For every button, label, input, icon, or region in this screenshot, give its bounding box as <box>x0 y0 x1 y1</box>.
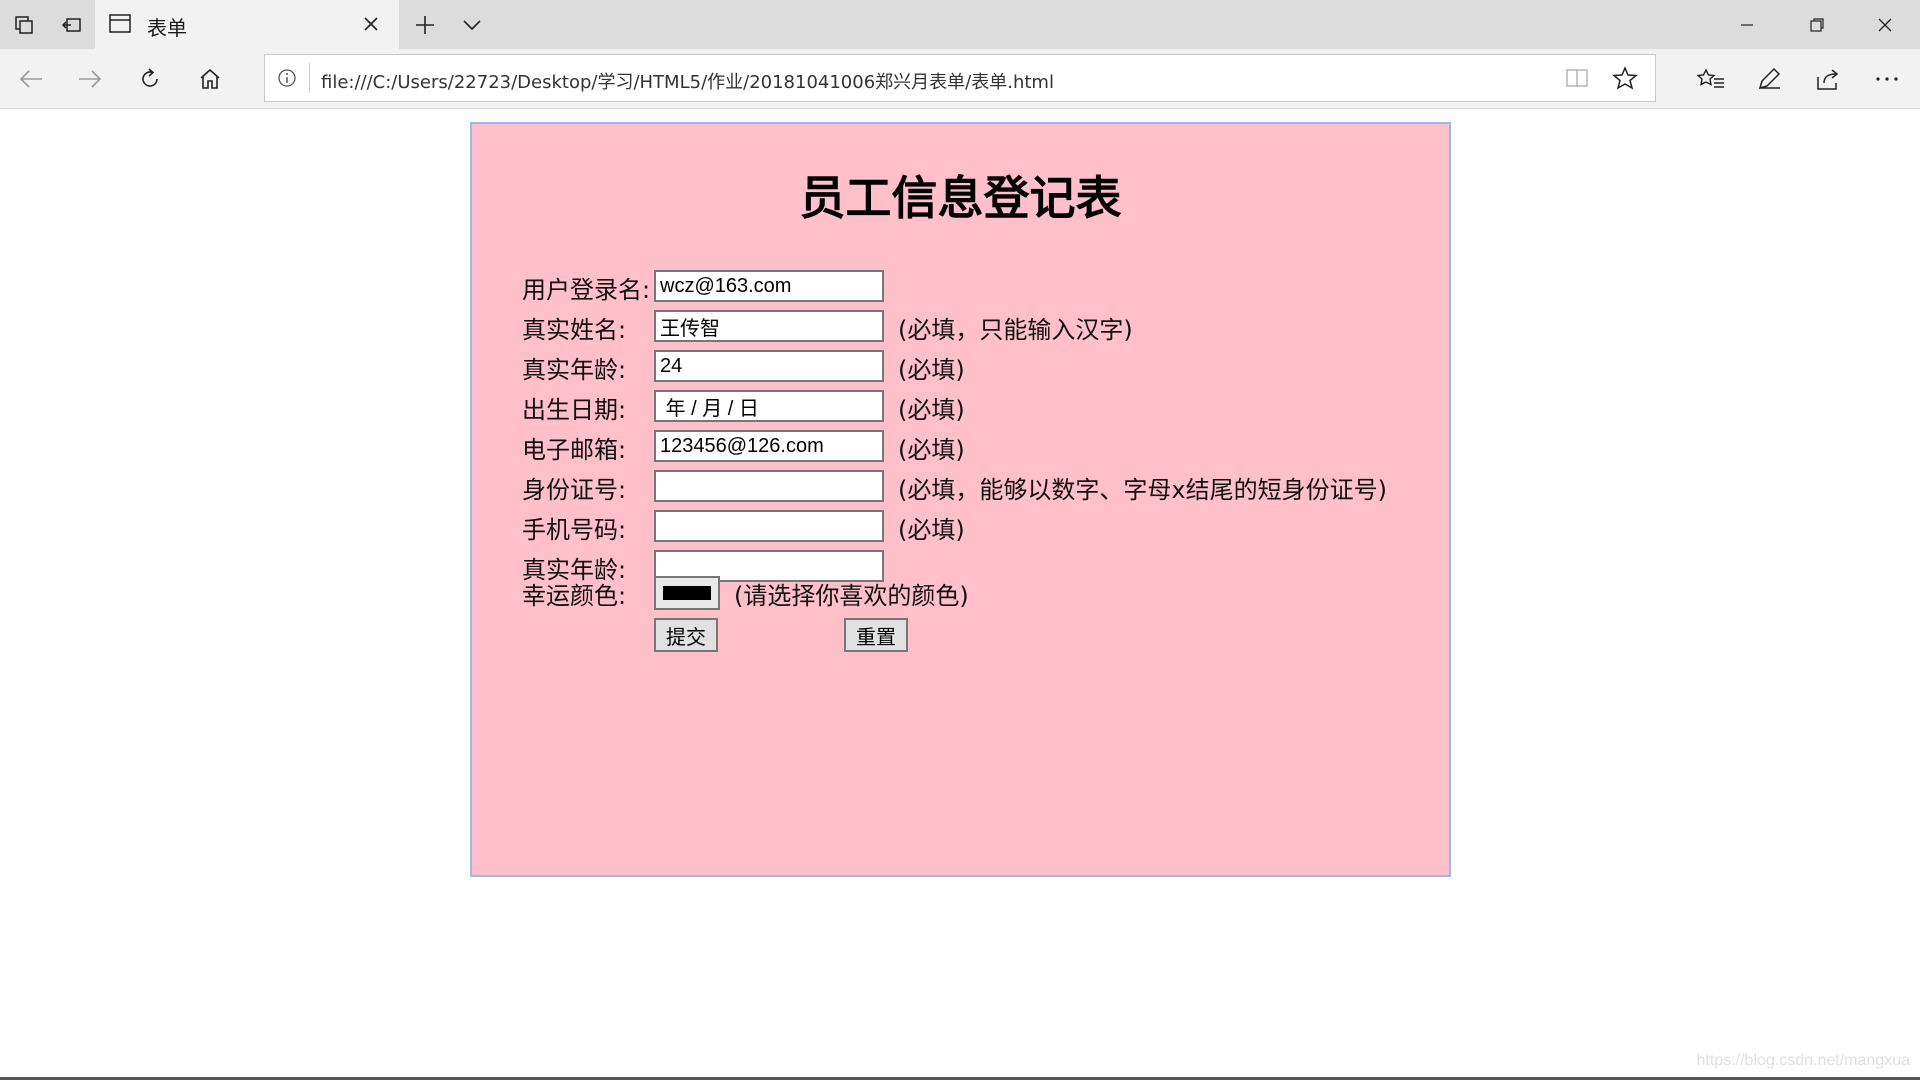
favorites-icon <box>1697 68 1724 88</box>
refresh-button[interactable] <box>121 49 179 109</box>
employee-form: 员工信息登记表 用户登录名: 真实姓名: (必填，只能输入汉字) 真实年龄: (… <box>470 122 1451 877</box>
minimize-button[interactable] <box>1712 0 1782 49</box>
label-phone: 手机号码: <box>522 516 627 544</box>
label-username: 用户登录名: <box>522 276 651 304</box>
home-button[interactable] <box>181 49 239 109</box>
pen-icon <box>1758 67 1781 90</box>
restore-button[interactable] <box>1782 0 1852 49</box>
forward-button[interactable] <box>61 49 119 109</box>
notes-button[interactable] <box>1740 49 1798 109</box>
submit-button[interactable]: 提交 <box>654 618 718 652</box>
label-lucky-color: 幸运颜色: <box>522 582 627 610</box>
plus-icon <box>416 15 434 34</box>
favorites-button[interactable] <box>1682 49 1740 109</box>
hint-birthdate: (必填) <box>898 396 965 424</box>
color-picker[interactable] <box>654 576 720 610</box>
tab-title: 表单 <box>147 16 187 40</box>
tab-preview-button[interactable] <box>450 0 494 49</box>
hint-lucky-color: (请选择你喜欢的颜色) <box>734 582 969 610</box>
more-button[interactable] <box>1858 49 1916 109</box>
show-tabs-button[interactable] <box>48 0 95 49</box>
chevron-down-icon <box>463 19 481 30</box>
tab-actions-button[interactable] <box>0 0 48 49</box>
watermark: https://blog.csdn.net/mangxua <box>1696 1052 1910 1069</box>
reading-view-icon[interactable] <box>1565 68 1589 88</box>
reset-button[interactable]: 重置 <box>844 618 908 652</box>
restore-icon <box>1810 17 1824 32</box>
page-content: 员工信息登记表 用户登录名: 真实姓名: (必填，只能输入汉字) 真实年龄: (… <box>0 110 1920 1078</box>
new-tab-button[interactable] <box>400 0 450 49</box>
minimize-icon <box>1741 23 1753 26</box>
label-email: 电子邮箱: <box>522 436 627 464</box>
address-separator <box>309 63 310 93</box>
arrow-right-icon <box>79 70 102 88</box>
close-tab-icon[interactable] <box>363 16 379 32</box>
page-icon <box>109 14 131 33</box>
label-realname: 真实姓名: <box>522 316 627 344</box>
title-bar: 表单 <box>0 0 1920 49</box>
address-bar[interactable]: file:///C:/Users/22723/Desktop/学习/HTML5/… <box>264 54 1656 102</box>
hint-phone: (必填) <box>898 516 965 544</box>
close-window-button[interactable] <box>1850 0 1920 49</box>
age-input[interactable] <box>654 350 884 382</box>
hint-email: (必填) <box>898 436 965 464</box>
close-icon <box>1878 18 1892 31</box>
username-input[interactable] <box>654 270 884 302</box>
share-button[interactable] <box>1800 49 1858 109</box>
tab-active[interactable]: 表单 <box>95 0 399 49</box>
label-birthdate: 出生日期: <box>522 396 627 424</box>
hint-idcard: (必填，能够以数字、字母x结尾的短身份证号) <box>898 476 1387 504</box>
info-icon[interactable] <box>277 68 297 88</box>
hint-realname: (必填，只能输入汉字) <box>898 316 1133 344</box>
address-text[interactable]: file:///C:/Users/22723/Desktop/学习/HTML5/… <box>321 68 1054 94</box>
birthdate-input[interactable] <box>654 390 884 422</box>
back-button[interactable] <box>2 49 60 109</box>
navigation-bar: file:///C:/Users/22723/Desktop/学习/HTML5/… <box>0 49 1920 109</box>
star-icon[interactable] <box>1612 66 1638 90</box>
color-swatch <box>663 586 711 600</box>
form-title: 员工信息登记表 <box>799 171 1122 225</box>
hint-age: (必填) <box>898 356 965 384</box>
idcard-input[interactable] <box>654 470 884 502</box>
phone-input[interactable] <box>654 510 884 542</box>
arrow-left-icon <box>19 70 42 88</box>
back-tabs-icon <box>61 17 81 32</box>
home-icon <box>200 68 220 89</box>
label-idcard: 身份证号: <box>522 476 627 504</box>
realname-input[interactable] <box>654 310 884 342</box>
more-icon <box>1876 77 1898 81</box>
label-age: 真实年龄: <box>522 356 627 384</box>
share-icon <box>1817 69 1839 90</box>
email-input[interactable] <box>654 430 884 462</box>
refresh-icon <box>142 68 158 87</box>
tab-set-aside-icon <box>15 15 33 34</box>
